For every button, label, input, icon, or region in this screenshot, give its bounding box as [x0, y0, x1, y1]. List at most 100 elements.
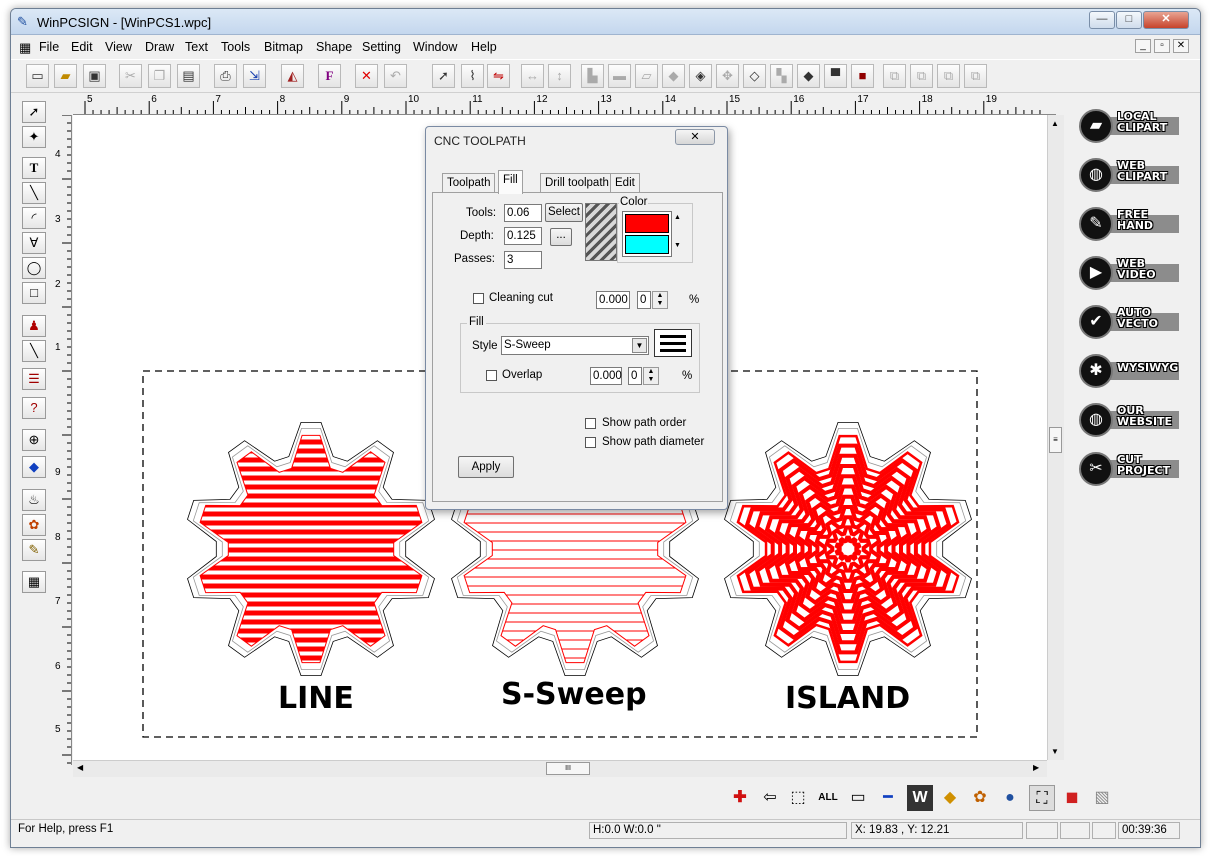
zoom-out-icon[interactable]: ━: [875, 785, 901, 811]
undo-icon[interactable]: ↶: [384, 64, 407, 88]
panel-web-video-button[interactable]: ▶ WEB VIDEO: [1073, 254, 1183, 294]
panel-web-clipart-button[interactable]: ◍ WEB CLIPART: [1073, 156, 1183, 196]
mdi-close-button[interactable]: ✕: [1173, 39, 1189, 53]
eraser-icon[interactable]: ◭: [281, 64, 304, 88]
panel-cut-project-button[interactable]: ✂ CUT PROJECT: [1073, 450, 1183, 490]
arc-tool-icon[interactable]: ◜: [22, 207, 46, 229]
info-tool-icon[interactable]: ☰: [22, 368, 46, 390]
depth-ellipsis-button[interactable]: ...: [550, 228, 572, 246]
show-path-order-checkbox[interactable]: [585, 418, 596, 429]
font-icon[interactable]: F: [318, 64, 341, 88]
globe-icon[interactable]: ●: [997, 785, 1023, 811]
panel-auto-vecto-button[interactable]: ✔ AUTO VECTO: [1073, 303, 1183, 343]
cleaning-value-input[interactable]: 0.000: [596, 291, 630, 309]
fill-tool-icon[interactable]: ♨: [22, 489, 46, 511]
overlap-count-input[interactable]: 0: [628, 367, 642, 385]
wysiwyg-icon[interactable]: W: [907, 785, 933, 811]
select-icon[interactable]: ➚: [432, 64, 455, 88]
menu-edit[interactable]: Edit: [71, 40, 93, 54]
copy-icon[interactable]: ❐: [148, 64, 171, 88]
arrow-tool-icon[interactable]: ➚: [22, 101, 46, 123]
cleaning-spinner[interactable]: ▲ ▼: [652, 291, 668, 309]
tab-edit[interactable]: Edit: [610, 173, 640, 193]
ellipse-tool-icon[interactable]: ◯: [22, 257, 46, 279]
pencil-tool-icon[interactable]: ✎: [22, 539, 46, 561]
array3-icon[interactable]: ⧉: [937, 64, 960, 88]
text-tool-icon[interactable]: T: [22, 157, 46, 179]
menu-help[interactable]: Help: [471, 40, 497, 54]
palette-tool-icon[interactable]: ✿: [22, 514, 46, 536]
group-icon[interactable]: ◆: [797, 64, 820, 88]
palette-icon[interactable]: ✿: [967, 785, 993, 811]
break-icon[interactable]: ▀: [824, 64, 847, 88]
panel-local-clipart-button[interactable]: ▰ LOCAL CLIPART: [1073, 107, 1183, 147]
style-dropdown-icon[interactable]: ▼: [632, 338, 647, 353]
new-icon[interactable]: ▭: [26, 64, 49, 88]
knife-tool-icon[interactable]: ╲: [22, 340, 46, 362]
cleaning-count-input[interactable]: 0: [637, 291, 651, 309]
panel-our-website-button[interactable]: ◍ OUR WEBSITE: [1073, 401, 1183, 441]
overlap-value-input[interactable]: 0.000: [590, 367, 622, 385]
open-icon[interactable]: ▰: [54, 64, 77, 88]
menu-setting[interactable]: Setting: [362, 40, 401, 54]
menu-draw[interactable]: Draw: [145, 40, 174, 54]
array1-icon[interactable]: ⧉: [883, 64, 906, 88]
bezier-tool-icon[interactable]: ∀: [22, 232, 46, 254]
scroll-left-icon[interactable]: ◀: [77, 763, 83, 772]
tab-toolpath[interactable]: Toolpath: [442, 173, 496, 193]
rectangle-tool-icon[interactable]: □: [22, 282, 46, 304]
help-tool-icon[interactable]: ?: [22, 397, 46, 419]
style-select[interactable]: S-Sweep: [501, 336, 649, 355]
zoom-page-icon[interactable]: ▭: [845, 785, 871, 811]
combine-icon[interactable]: ▚: [770, 64, 793, 88]
menu-view[interactable]: View: [105, 40, 132, 54]
passes-input[interactable]: 3: [504, 251, 542, 269]
array2-icon[interactable]: ⧉: [910, 64, 933, 88]
panel-wysiwyg-button[interactable]: ✱ WYSIWYG: [1073, 352, 1183, 392]
print-icon[interactable]: ⎙: [214, 64, 237, 88]
scroll-right-icon[interactable]: ▶: [1033, 763, 1039, 772]
rotate-tool-icon[interactable]: ◆: [22, 456, 46, 478]
overlap-checkbox[interactable]: [486, 370, 497, 381]
crop-icon[interactable]: ⛶: [1029, 785, 1055, 811]
overlap-spinner[interactable]: ▲ ▼: [643, 367, 659, 385]
menu-window[interactable]: Window: [413, 40, 457, 54]
show-path-diameter-checkbox[interactable]: [585, 437, 596, 448]
menu-shape[interactable]: Shape: [316, 40, 352, 54]
weld-icon[interactable]: ◈: [689, 64, 712, 88]
panel-free-hand-button[interactable]: ✎ FREE HAND: [1073, 205, 1183, 245]
center-icon[interactable]: ✥: [716, 64, 739, 88]
menu-file[interactable]: File: [39, 40, 59, 54]
color-list[interactable]: [622, 211, 672, 257]
cut-icon[interactable]: ✂: [119, 64, 142, 88]
import-icon[interactable]: ⇲: [243, 64, 266, 88]
vertical-scrollbar[interactable]: ▲ ≡ ▼: [1047, 115, 1064, 760]
cleaning-cut-checkbox[interactable]: [473, 293, 484, 304]
select-button[interactable]: Select: [545, 203, 583, 222]
hatch-icon[interactable]: ▧: [1089, 785, 1115, 811]
menu-text[interactable]: Text: [185, 40, 208, 54]
menu-tools[interactable]: Tools: [221, 40, 250, 54]
color-up-icon[interactable]: ▲: [674, 214, 681, 221]
calculator-tool-icon[interactable]: ▦: [22, 571, 46, 593]
stamp-tool-icon[interactable]: ♟: [22, 315, 46, 337]
scroll-up-icon[interactable]: ▲: [1051, 119, 1059, 128]
zoom-all-icon[interactable]: ALL: [815, 785, 841, 811]
dialog-close-button[interactable]: ✕: [675, 129, 715, 145]
array4-icon[interactable]: ⧉: [964, 64, 987, 88]
close-button[interactable]: ✕: [1143, 11, 1189, 29]
align-icon[interactable]: ▙: [581, 64, 604, 88]
hscroll-thumb[interactable]: III: [546, 762, 590, 775]
color-swatch-cyan[interactable]: [625, 235, 669, 254]
zoom-tool-icon[interactable]: ⊕: [22, 429, 46, 451]
hflip-icon[interactable]: ↔: [521, 64, 544, 88]
mdi-restore-button[interactable]: ▫: [1154, 39, 1170, 53]
maximize-button[interactable]: □: [1116, 11, 1142, 29]
shadow-icon[interactable]: ▬: [608, 64, 631, 88]
mdi-minimize-button[interactable]: _: [1135, 39, 1151, 53]
doc-menu-icon[interactable]: ▦: [19, 40, 31, 56]
line-tool-icon[interactable]: ╲: [22, 182, 46, 204]
delete-icon[interactable]: ✕: [355, 64, 378, 88]
zoom-window-icon[interactable]: ⬚: [785, 785, 811, 811]
zoom-back-icon[interactable]: ⇦: [757, 785, 783, 811]
